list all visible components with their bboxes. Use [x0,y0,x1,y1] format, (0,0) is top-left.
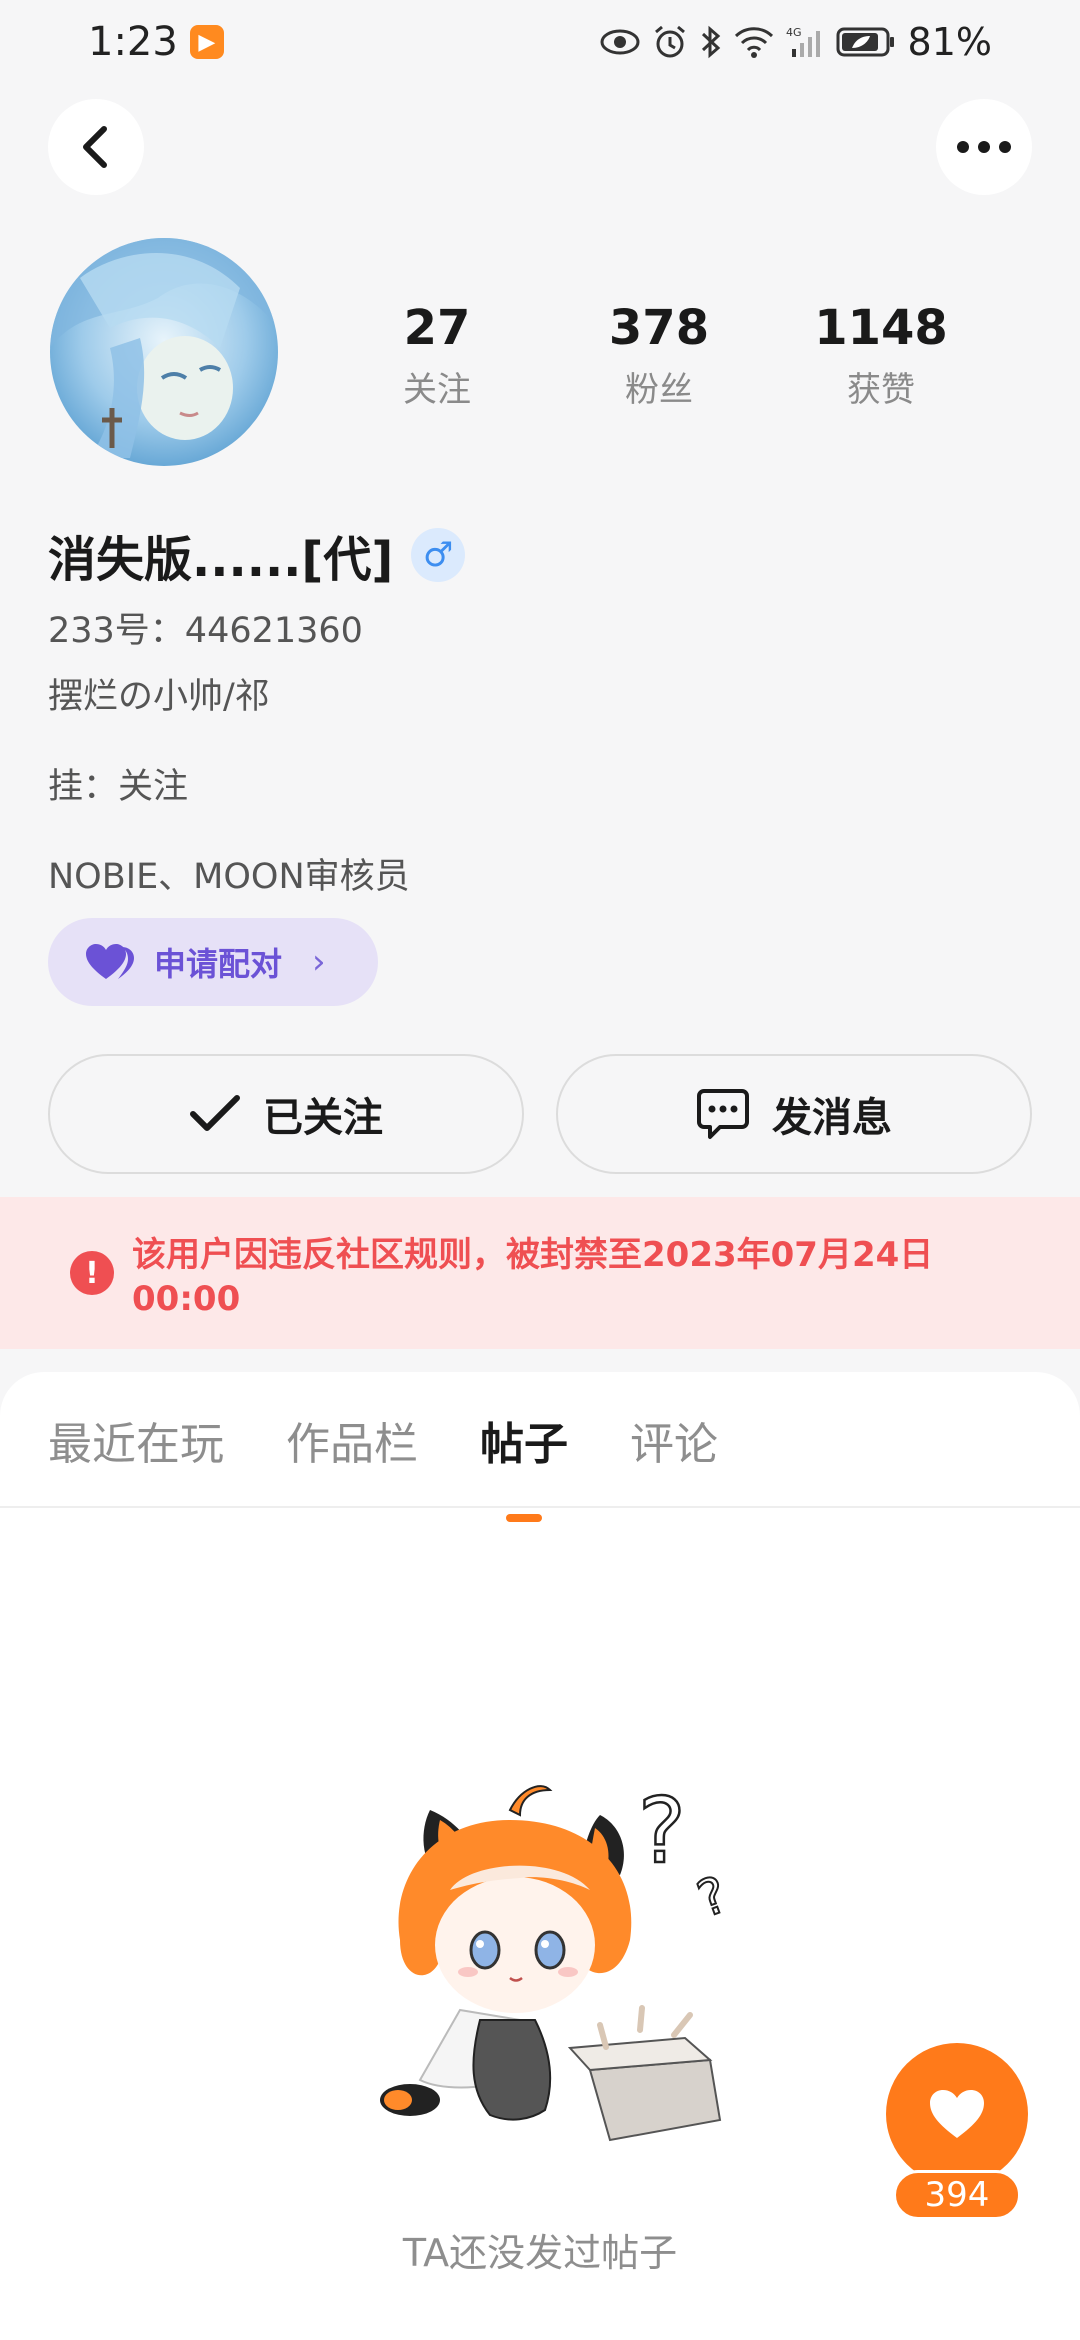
stat-likes-value: 1148 [814,300,948,356]
double-heart-icon [86,944,134,979]
apply-pair-label: 申请配对 [154,945,283,983]
stat-following-value: 27 [403,300,471,356]
avatar[interactable] [50,238,278,466]
stat-likes[interactable]: 1148 获赞 [770,300,992,411]
content-tabs: 最近在玩 作品栏 帖子 评论 [48,1408,718,1522]
status-time-group: 1:23 ▶ [88,19,224,65]
wifi-icon [734,27,773,58]
followed-button[interactable]: 已关注 [48,1054,524,1174]
like-button[interactable] [886,2043,1028,2185]
followed-label: 已关注 [263,1095,383,1141]
battery-icon [836,27,894,57]
svg-text:?: ? [690,1865,735,1929]
check-icon [190,1095,240,1131]
tab-comments[interactable]: 评论 [630,1408,718,1472]
username: 消失版......[代] [48,532,394,588]
heart-icon [930,2090,984,2138]
ban-notice-text: 该用户因违反社区规则，被封禁至2023年07月24日 00:00 [132,1235,934,1319]
status-icons: 4G 81% [600,20,992,64]
avatar-image [50,238,278,466]
status-time: 1:23 [88,19,178,65]
apply-pair-button[interactable]: 申请配对 › [48,918,378,1006]
active-tab-indicator [506,1514,542,1522]
battery-percent: 81% [907,20,992,64]
profile-stats: 27 关注 378 粉丝 1148 获赞 [326,300,992,411]
ban-notice: ! 该用户因违反社区规则，被封禁至2023年07月24日 00:00 [0,1197,1080,1349]
svg-text:4G: 4G [786,26,802,39]
bio-line-2: 挂：关注 [48,767,189,807]
empty-state-illustration: ? ? [360,1770,760,2150]
eye-icon [600,29,640,55]
bio-line-3: NOBIE、MOON审核员 [48,857,410,897]
stat-likes-label: 获赞 [847,369,915,410]
confused-mascot-image: ? ? [380,1778,736,2142]
stat-followers[interactable]: 378 粉丝 [548,300,770,411]
bio-line-1: 摆烂の小帅/祁 [48,677,270,717]
send-message-button[interactable]: 发消息 [556,1054,1032,1174]
warning-icon: ! [70,1251,114,1295]
tab-label: 帖子 [480,1419,568,1470]
tab-label: 评论 [630,1419,718,1470]
tab-label: 作品栏 [286,1419,418,1470]
more-dots-icon [957,141,1011,153]
status-bar: 1:23 ▶ 4G 81% [0,0,1080,84]
tab-works[interactable]: 作品栏 [286,1408,418,1472]
more-options-button[interactable] [936,99,1032,195]
stat-followers-value: 378 [608,300,710,356]
user-id: 233号：44621360 [48,611,363,651]
like-count-badge: 394 [893,2170,1021,2220]
bluetooth-icon [701,25,720,59]
tab-posts[interactable]: 帖子 [480,1408,568,1522]
male-gender-icon: ♂ [411,528,466,582]
alarm-icon [654,25,685,58]
stat-following-label: 关注 [403,369,471,410]
name-row: 消失版......[代] ♂ [48,520,466,590]
chevron-right-icon: › [312,942,326,982]
app-notification-icon: ▶ [189,25,224,59]
chat-bubble-icon [697,1089,749,1139]
empty-state-text: TA还没发过帖子 [402,2231,678,2275]
send-message-label: 发消息 [772,1095,892,1141]
back-button[interactable] [48,99,144,195]
tab-label: 最近在玩 [48,1419,224,1470]
chevron-left-icon [83,126,107,168]
tab-recently-played[interactable]: 最近在玩 [48,1408,224,1472]
tabs-divider [0,1506,1080,1508]
signal-icon: 4G [786,26,820,57]
svg-text:?: ? [638,1779,686,1884]
stat-followers-label: 粉丝 [625,369,693,410]
stat-following[interactable]: 27 关注 [326,300,548,411]
